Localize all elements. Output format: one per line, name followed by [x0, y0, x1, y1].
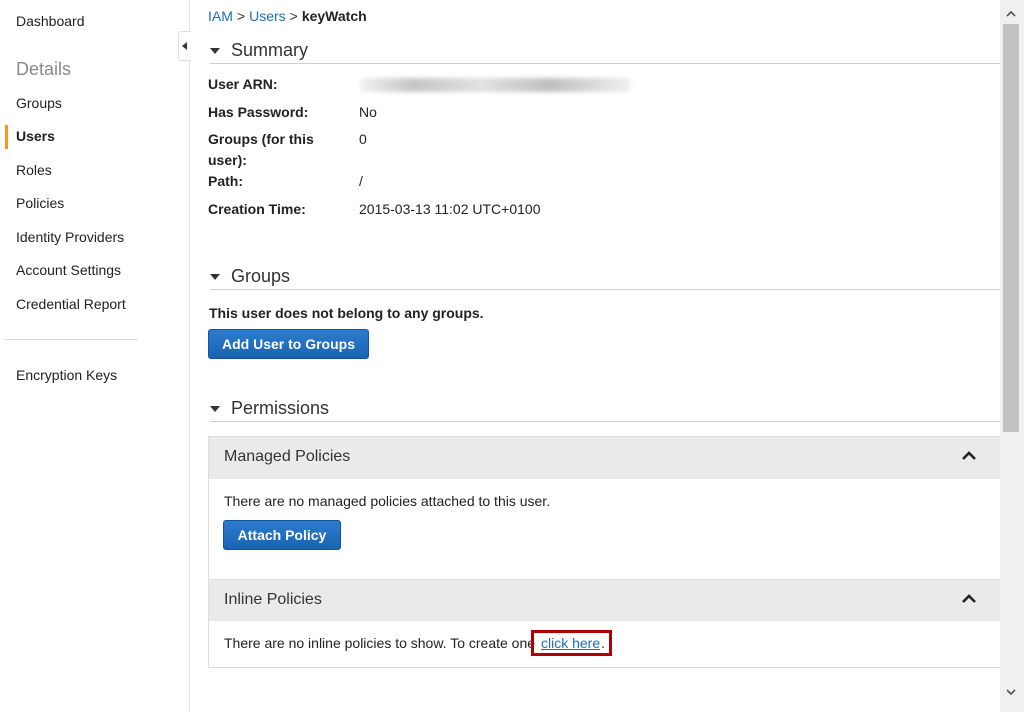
groups-empty-message: This user does not belong to any groups.: [209, 305, 484, 321]
caret-left-icon: [182, 42, 187, 50]
scroll-up-arrow-icon[interactable]: [1003, 6, 1019, 22]
attach-policy-button[interactable]: Attach Policy: [223, 520, 341, 550]
breadcrumb: IAM > Users > keyWatch: [208, 8, 367, 24]
creation-time-value: 2015-03-13 11:02 UTC+0100: [359, 201, 541, 217]
breadcrumb-current: keyWatch: [301, 8, 367, 24]
sidebar-item-dashboard[interactable]: Dashboard: [16, 13, 85, 29]
creation-time-label: Creation Time:: [208, 201, 306, 217]
inline-policies-header[interactable]: Inline Policies: [209, 579, 1000, 621]
groups-section-header[interactable]: Groups: [210, 266, 1001, 290]
managed-policies-title: Managed Policies: [224, 448, 351, 465]
summary-title: Summary: [231, 40, 309, 60]
chevron-up-icon[interactable]: [962, 594, 976, 603]
groups-title: Groups: [231, 266, 291, 286]
has-password-label: Has Password:: [208, 104, 309, 120]
breadcrumb-users-link[interactable]: Users: [249, 8, 286, 24]
user-arn-value-redacted: [359, 78, 631, 92]
sidebar-item-account-settings[interactable]: Account Settings: [16, 262, 121, 278]
breadcrumb-iam-link[interactable]: IAM: [208, 8, 233, 24]
breadcrumb-separator: >: [236, 8, 246, 24]
add-user-to-groups-button[interactable]: Add User to Groups: [208, 329, 369, 359]
managed-policies-header[interactable]: Managed Policies: [209, 437, 1000, 479]
path-value: /: [359, 173, 363, 189]
managed-policies-empty-message: There are no managed policies attached t…: [224, 493, 551, 509]
summary-section-header[interactable]: Summary: [210, 40, 1001, 64]
permissions-section-header[interactable]: Permissions: [210, 398, 1001, 422]
sidebar-heading-details: Details: [16, 59, 72, 79]
sidebar: Dashboard Details Groups Users Roles Pol…: [0, 0, 190, 712]
permissions-title: Permissions: [231, 398, 330, 418]
has-password-value: No: [359, 104, 377, 120]
sidebar-item-identity-providers[interactable]: Identity Providers: [16, 229, 124, 245]
groups-count-label: Groups (for this user):: [208, 131, 314, 168]
sidebar-active-indicator: [5, 125, 8, 149]
groups-count-value: 0: [359, 131, 367, 147]
inline-policies-title: Inline Policies: [224, 591, 322, 608]
scroll-down-arrow-icon[interactable]: [1003, 684, 1019, 700]
sidebar-divider: [5, 339, 138, 340]
sidebar-item-encryption-keys[interactable]: Encryption Keys: [16, 367, 117, 383]
user-arn-label: User ARN:: [208, 76, 278, 92]
sidebar-item-policies[interactable]: Policies: [16, 195, 64, 211]
caret-down-icon: [210, 274, 220, 280]
sidebar-item-users[interactable]: Users: [16, 128, 55, 144]
scrollbar-thumb[interactable]: [1003, 24, 1019, 432]
chevron-up-icon[interactable]: [962, 451, 976, 460]
breadcrumb-separator: >: [289, 8, 298, 24]
sidebar-item-roles[interactable]: Roles: [16, 162, 52, 178]
path-label: Path:: [208, 173, 243, 189]
caret-down-icon: [210, 48, 220, 54]
inline-policies-empty-message: There are no inline policies to show. To…: [224, 635, 536, 651]
collapse-sidebar-button[interactable]: [178, 31, 191, 61]
caret-down-icon: [210, 406, 220, 412]
highlight-annotation-box: [531, 630, 612, 656]
sidebar-item-credential-report[interactable]: Credential Report: [16, 296, 126, 312]
sidebar-item-groups[interactable]: Groups: [16, 95, 62, 111]
